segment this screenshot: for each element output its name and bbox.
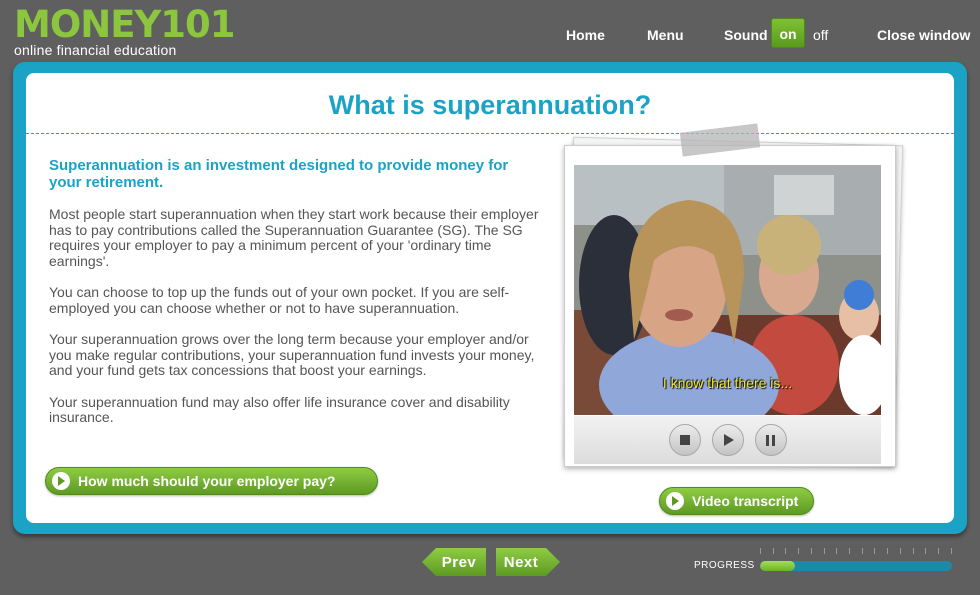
close-window-link[interactable]: Close window [877, 27, 970, 43]
video-transcript-label: Video transcript [692, 493, 799, 509]
play-circle-icon [666, 492, 684, 510]
pause-icon [766, 434, 775, 446]
video-controls [574, 416, 881, 464]
sound-on-toggle[interactable]: on [771, 18, 805, 48]
progress-fill [760, 561, 795, 571]
progress-bar [760, 561, 952, 571]
content-panel: What is superannuation? Superannuation i… [26, 73, 954, 523]
lead-text: Superannuation is an investment designed… [49, 157, 509, 191]
employer-pay-button[interactable]: How much should your employer pay? [45, 467, 378, 495]
next-button[interactable]: Next [496, 548, 560, 576]
video-subtitle: I know that there is... [662, 375, 793, 391]
employer-pay-label: How much should your employer pay? [78, 473, 336, 489]
menu-link[interactable]: Menu [647, 27, 684, 43]
content-frame: What is superannuation? Superannuation i… [13, 62, 967, 534]
paragraph: You can choose to top up the funds out o… [49, 284, 510, 316]
play-icon [724, 434, 734, 446]
play-button[interactable] [711, 424, 744, 456]
sound-label: Sound [724, 27, 768, 43]
paragraph: Your superannuation fund may also offer … [49, 393, 510, 425]
stop-button[interactable] [668, 424, 701, 456]
title-divider [26, 133, 954, 134]
home-link[interactable]: Home [566, 27, 605, 43]
top-navigation: Home Menu Sound on off Close window [0, 18, 980, 52]
body-text: Most people start superannuation when th… [49, 206, 539, 442]
stop-icon [679, 435, 690, 445]
play-circle-icon [52, 472, 70, 490]
progress-ticks [760, 548, 952, 556]
prev-button[interactable]: Prev [422, 548, 486, 576]
paragraph: Your superannuation grows over the long … [49, 331, 535, 378]
video-transcript-button[interactable]: Video transcript [659, 487, 814, 515]
sound-off-toggle[interactable]: off [813, 27, 828, 43]
page-title: What is superannuation? [328, 90, 652, 120]
video-player[interactable]: I know that there is... [574, 165, 881, 415]
progress-label: PROGRESS [694, 560, 755, 571]
pause-button[interactable] [754, 424, 787, 456]
video-card: I know that there is... [564, 145, 896, 467]
paragraph: Most people start superannuation when th… [49, 206, 539, 269]
